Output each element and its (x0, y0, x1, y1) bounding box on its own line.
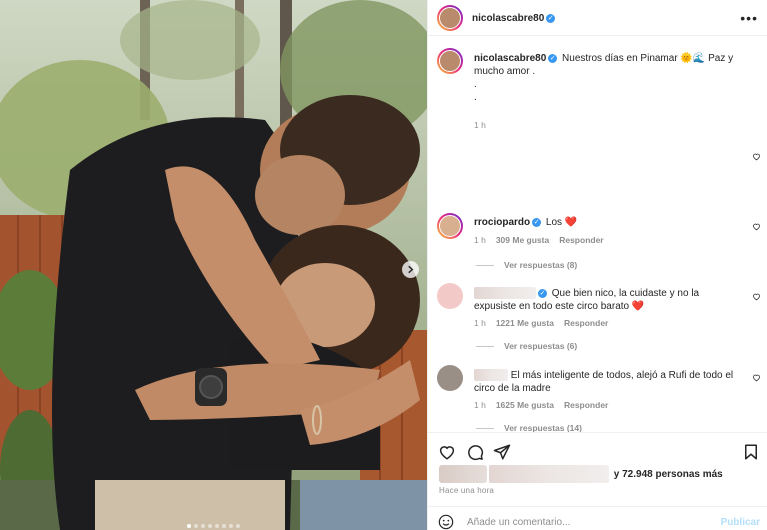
comment-avatar[interactable] (437, 213, 463, 239)
verified-badge-icon: ✓ (546, 13, 556, 23)
blurred-username (474, 287, 536, 300)
comment-2: ✓ Que bien nico, la cuidaste y no la exp… (474, 287, 744, 313)
caption-line: . (474, 79, 477, 90)
post-details-panel: nicolascabre80 ✓ ••• nicolascabre80 ✓ Nues… (427, 0, 767, 530)
likes-count-text[interactable]: y 72.948 personas más (614, 469, 723, 480)
author-avatar[interactable] (437, 5, 463, 31)
comment-meta: 1 h 1221 Me gusta Responder (474, 318, 608, 328)
like-heart-icon[interactable] (438, 443, 456, 461)
comment-meta: 1 h 1625 Me gusta Responder (474, 400, 608, 410)
comment-time: 1 h (474, 400, 486, 410)
post-image (0, 0, 427, 530)
caption-time: 1 h (474, 120, 486, 130)
slide-dot (229, 524, 233, 528)
bookmark-icon[interactable] (742, 443, 760, 461)
view-replies-button[interactable]: Ver respuestas (8) (476, 260, 577, 270)
comment-1: rrociopardo ✓ Los ❤️ (474, 216, 744, 229)
comment-likes[interactable]: 1625 Me gusta (496, 400, 554, 410)
like-caption-heart-icon[interactable] (752, 152, 761, 161)
comment-text: Los ❤️ (545, 217, 578, 228)
comment-username[interactable]: rrociopardo (474, 217, 530, 228)
chevron-right-icon (408, 265, 414, 274)
comment-input[interactable]: Añade un comentario... (467, 517, 570, 528)
comment-text: El más inteligente de todos, alejó a Ruf… (474, 370, 734, 394)
post-header: nicolascabre80 ✓ ••• (428, 0, 767, 36)
reply-button[interactable]: Responder (564, 318, 608, 328)
view-replies-button[interactable]: Ver respuestas (6) (476, 341, 577, 351)
comment-3: El más inteligente de todos, alejó a Ruf… (474, 369, 744, 395)
comment-avatar[interactable] (437, 365, 463, 391)
slide-dot (222, 524, 226, 528)
caption-avatar[interactable] (437, 48, 463, 74)
author-username[interactable]: nicolascabre80 (472, 13, 544, 24)
slide-dot (201, 524, 205, 528)
more-options-icon[interactable]: ••• (740, 10, 758, 26)
emoji-smiley-icon[interactable] (438, 514, 454, 530)
likes-summary: y 72.948 personas más (439, 465, 723, 483)
comment-likes[interactable]: 1221 Me gusta (496, 318, 554, 328)
like-comment-heart-icon[interactable] (752, 292, 761, 301)
liked-by-avatars[interactable] (439, 465, 487, 483)
slide-dot (236, 524, 240, 528)
post-timestamp: Hace una hora (439, 486, 495, 495)
post-photo[interactable] (0, 0, 427, 530)
publish-button[interactable]: Publicar (721, 517, 760, 528)
caption-line: . (474, 92, 477, 103)
like-comment-heart-icon[interactable] (752, 373, 761, 382)
like-comment-heart-icon[interactable] (752, 222, 761, 231)
caption: nicolascabre80 ✓ Nuestros días en Pinamar… (474, 52, 754, 104)
next-photo-button[interactable] (402, 261, 419, 278)
comment-time: 1 h (474, 318, 486, 328)
slide-dot (208, 524, 212, 528)
verified-badge-icon: ✓ (538, 288, 547, 298)
blurred-liker-names (489, 465, 609, 483)
blurred-username (474, 369, 508, 382)
slide-dot (194, 524, 198, 528)
comment-avatar[interactable] (437, 283, 463, 309)
reply-button[interactable]: Responder (564, 400, 608, 410)
add-comment-bar: Añade un comentario... Publicar (428, 506, 767, 530)
slide-dot (187, 524, 191, 528)
comment-likes[interactable]: 309 Me gusta (496, 235, 549, 245)
slide-indicator (0, 524, 427, 528)
slide-dot (215, 524, 219, 528)
comment-meta: 1 h 309 Me gusta Responder (474, 235, 604, 245)
share-send-icon[interactable] (493, 443, 511, 461)
reply-button[interactable]: Responder (559, 235, 603, 245)
verified-badge-icon: ✓ (548, 53, 558, 63)
caption-username[interactable]: nicolascabre80 (474, 53, 546, 64)
comment-time: 1 h (474, 235, 486, 245)
comment-bubble-icon[interactable] (466, 443, 484, 461)
verified-badge-icon: ✓ (532, 217, 542, 227)
